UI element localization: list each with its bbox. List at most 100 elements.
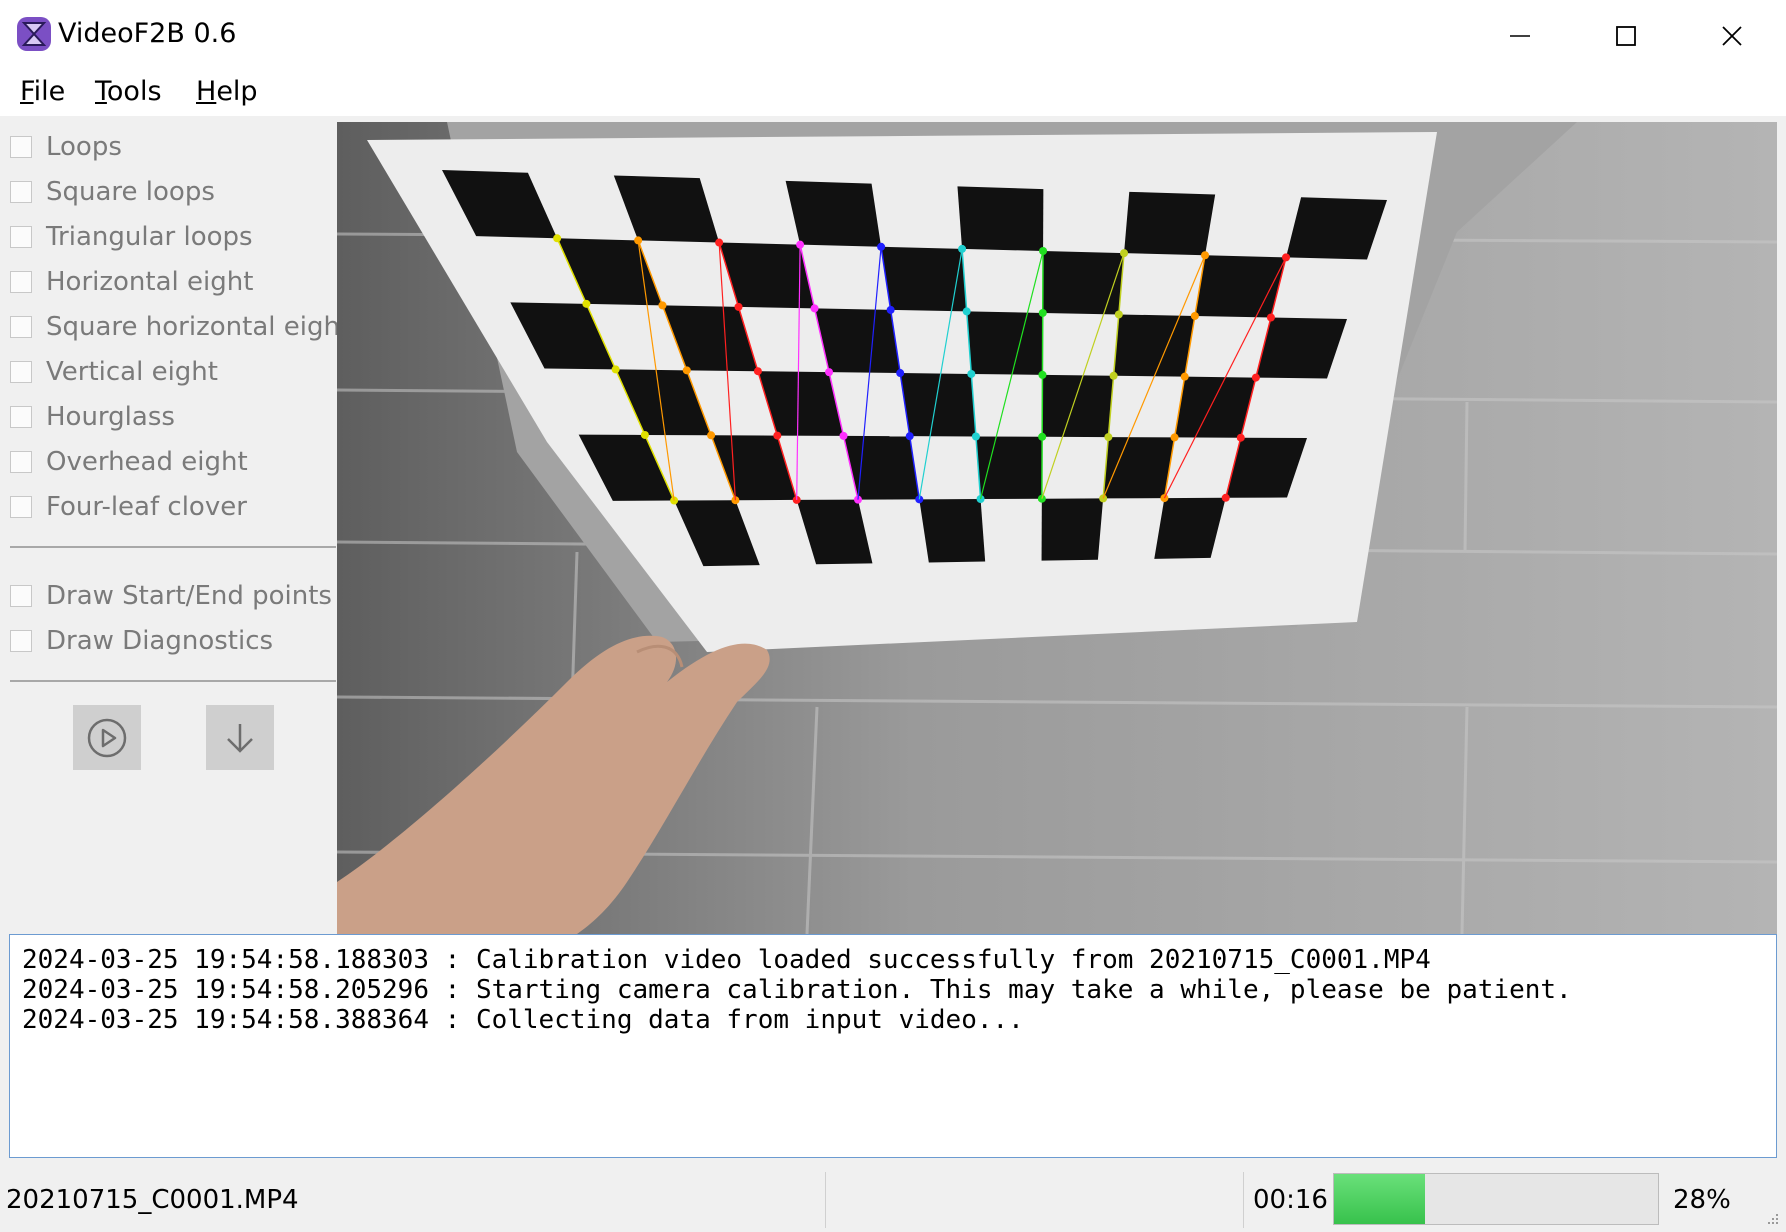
status-separator <box>825 1172 826 1228</box>
corner-point <box>1038 432 1047 441</box>
status-elapsed-time: 00:16 <box>1253 1185 1328 1215</box>
progress-fill <box>1334 1174 1425 1224</box>
app-hourglass-icon <box>14 14 54 54</box>
checkbox-box[interactable] <box>10 316 32 338</box>
checker-square <box>785 180 882 247</box>
progress-percent: 28% <box>1673 1185 1731 1215</box>
corner-point <box>658 301 667 310</box>
checker-square <box>1042 374 1114 438</box>
checker-square <box>966 311 1043 375</box>
checkbox-square-horizontal-eight[interactable]: Square horizontal eight <box>10 306 350 348</box>
checker-square <box>900 373 976 437</box>
corner-point <box>967 369 976 378</box>
checkbox-horizontal-eight[interactable]: Horizontal eight <box>10 261 253 303</box>
panel-divider <box>10 680 336 682</box>
checker-square <box>1103 437 1175 499</box>
maximize-button[interactable] <box>1573 0 1679 72</box>
corner-point <box>1170 433 1179 442</box>
checkbox-overhead-eight[interactable]: Overhead eight <box>10 441 248 483</box>
corner-point <box>905 432 914 441</box>
log-line: 2024-03-25 19:54:58.205296 : Starting ca… <box>22 975 1572 1005</box>
corner-point <box>1201 251 1210 260</box>
corner-point <box>707 431 716 440</box>
menu-tools[interactable]: Tools <box>95 76 162 107</box>
checkbox-box[interactable] <box>10 496 32 518</box>
corner-point <box>1236 433 1245 442</box>
checkbox-square-loops[interactable]: Square loops <box>10 171 215 213</box>
checkbox-draw-start-end-points[interactable]: Draw Start/End points <box>10 575 332 617</box>
menu-bar <box>0 72 1786 116</box>
checker-square <box>975 436 1043 500</box>
minimize-button[interactable] <box>1467 0 1573 72</box>
checker-square <box>1124 191 1216 256</box>
menu-file[interactable]: File <box>20 76 65 107</box>
corner-point <box>553 234 562 243</box>
corner-point <box>1039 247 1048 256</box>
corner-point <box>715 238 724 247</box>
checker-square <box>881 246 967 312</box>
corner-point <box>1221 493 1230 502</box>
checkbox-vertical-eight[interactable]: Vertical eight <box>10 351 218 393</box>
checker-square <box>1042 251 1125 315</box>
checker-square <box>1113 314 1195 377</box>
corner-point <box>796 240 805 249</box>
checkbox-four-leaf-clover[interactable]: Four-leaf clover <box>10 486 247 528</box>
corner-point <box>962 307 971 316</box>
resize-grip-icon[interactable] <box>1762 1210 1780 1228</box>
close-button[interactable] <box>1679 0 1785 72</box>
corner-point <box>611 365 620 374</box>
corner-point <box>582 299 591 308</box>
checker-square <box>957 186 1044 252</box>
log-line: 2024-03-25 19:54:58.188303 : Calibration… <box>22 945 1431 975</box>
arrow-down-icon <box>227 723 253 753</box>
corner-point <box>1120 249 1129 258</box>
checkbox-loops[interactable]: Loops <box>10 126 122 168</box>
corner-point <box>1109 371 1118 380</box>
checkbox-box[interactable] <box>10 406 32 428</box>
checkbox-box[interactable] <box>10 630 32 652</box>
maximize-icon <box>1616 26 1636 46</box>
corner-point <box>1266 313 1275 322</box>
corner-point <box>810 304 819 313</box>
corner-point <box>1251 373 1260 382</box>
checkbox-box[interactable] <box>10 181 32 203</box>
corner-point <box>1190 311 1199 320</box>
corner-point <box>971 432 980 441</box>
download-button[interactable] <box>206 705 274 770</box>
corner-point <box>1104 433 1113 442</box>
video-frame <box>337 122 1777 934</box>
checkbox-hourglass[interactable]: Hourglass <box>10 396 175 438</box>
checker-square <box>1041 498 1104 561</box>
corner-point <box>773 431 782 440</box>
checkbox-box[interactable] <box>10 226 32 248</box>
corner-point <box>640 430 649 439</box>
checkbox-box[interactable] <box>10 451 32 473</box>
log-output[interactable]: 2024-03-25 19:54:58.188303 : Calibration… <box>9 934 1777 1158</box>
corner-point <box>682 366 691 375</box>
checkbox-box[interactable] <box>10 136 32 158</box>
corner-point <box>753 367 762 376</box>
play-circle-icon <box>87 718 127 757</box>
corner-point <box>634 236 643 245</box>
checker-square <box>919 499 986 563</box>
checkbox-draw-diagnostics[interactable]: Draw Diagnostics <box>10 620 273 662</box>
checkbox-box[interactable] <box>10 361 32 383</box>
corner-point <box>1180 372 1189 381</box>
checkbox-box[interactable] <box>10 585 32 607</box>
menu-help[interactable]: Help <box>196 76 258 107</box>
corner-point <box>734 302 743 311</box>
video-image <box>337 122 1777 934</box>
status-separator <box>1243 1172 1244 1228</box>
corner-point <box>825 368 834 377</box>
corner-point <box>1114 310 1123 319</box>
corner-point <box>886 305 895 314</box>
checker-square <box>1194 255 1287 318</box>
play-button[interactable] <box>73 705 141 770</box>
panel-divider <box>10 546 336 548</box>
close-icon <box>1722 26 1742 46</box>
checkbox-triangular-loops[interactable]: Triangular loops <box>10 216 253 258</box>
corner-point <box>958 244 967 253</box>
checkbox-box[interactable] <box>10 271 32 293</box>
log-line: 2024-03-25 19:54:58.388364 : Collecting … <box>22 1005 1024 1035</box>
corner-point <box>839 431 848 440</box>
